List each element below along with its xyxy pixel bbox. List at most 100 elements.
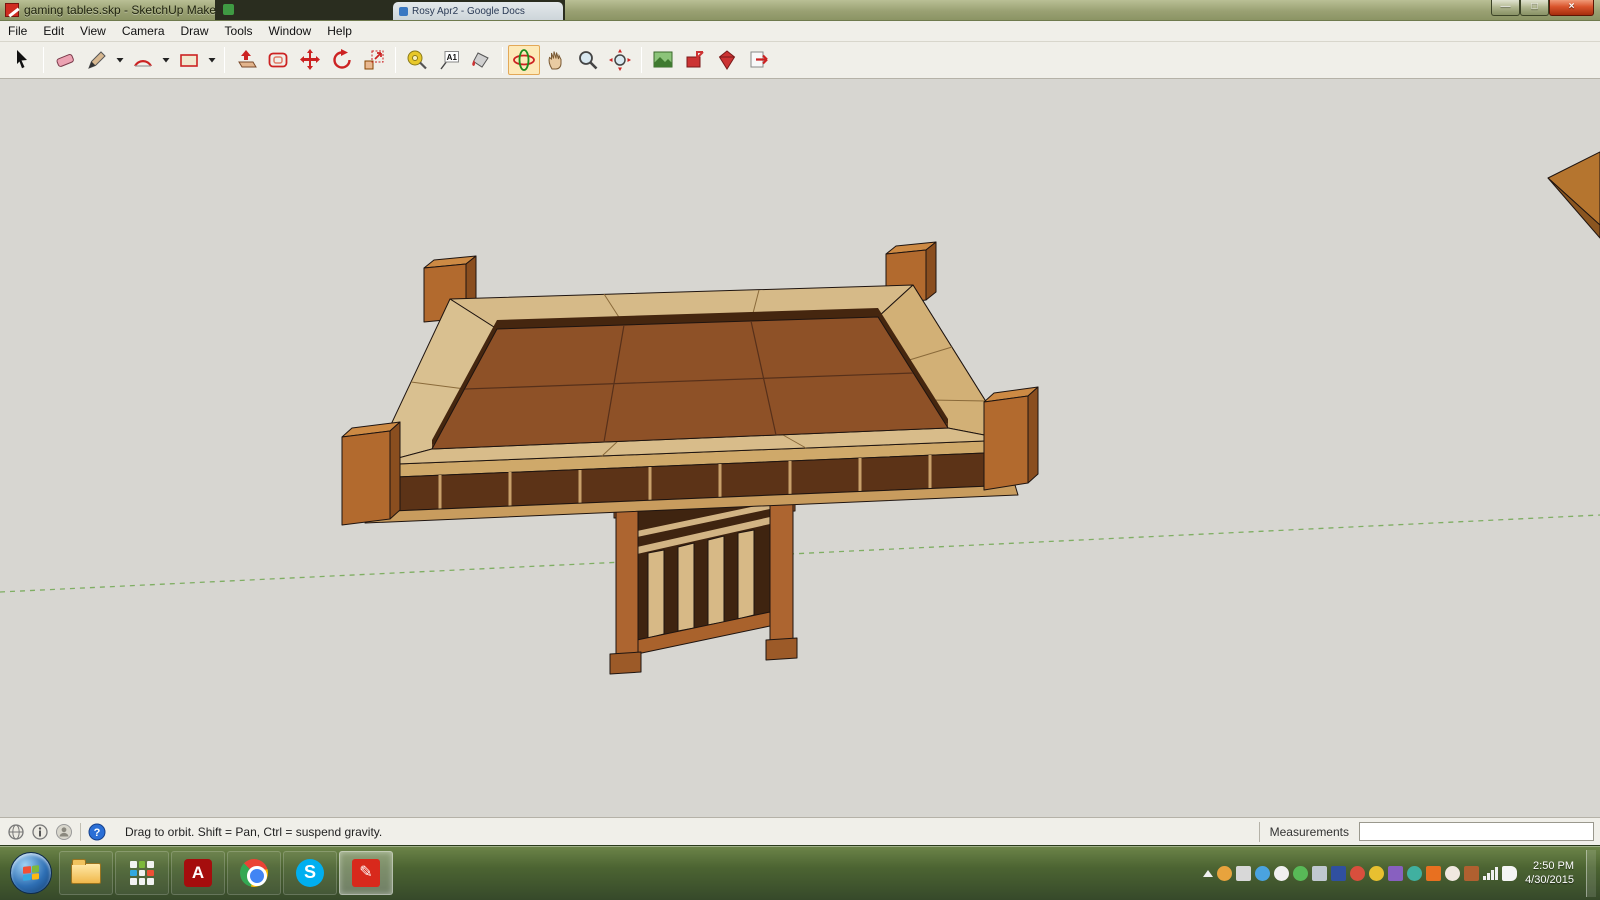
taskbar-apps-button[interactable] xyxy=(115,851,169,895)
help-icon[interactable]: ? xyxy=(85,821,109,843)
menu-edit[interactable]: Edit xyxy=(35,21,72,41)
share-model-tool[interactable] xyxy=(679,45,711,75)
tray-icon[interactable] xyxy=(1388,865,1404,881)
tray-icon[interactable] xyxy=(1369,865,1385,881)
line-tool[interactable] xyxy=(81,45,113,75)
chrome-icon xyxy=(240,859,268,887)
extension-warehouse-tool[interactable] xyxy=(711,45,743,75)
taskbar-sketchup-button[interactable]: ✎ xyxy=(339,851,393,895)
tray-icon[interactable] xyxy=(1293,865,1309,881)
move-tool[interactable] xyxy=(294,45,326,75)
tray-icon[interactable] xyxy=(1217,865,1233,881)
background-window[interactable]: Rosy Apr2 - Google Docs xyxy=(215,0,565,20)
skype-icon: S xyxy=(296,859,324,887)
tray-icon[interactable] xyxy=(1236,865,1252,881)
taskbar-adobe-button[interactable]: A xyxy=(171,851,225,895)
info-icon[interactable] xyxy=(28,821,52,843)
tray-icon[interactable] xyxy=(1312,865,1328,881)
taskbar-explorer-button[interactable] xyxy=(59,851,113,895)
maximize-button[interactable]: □ xyxy=(1520,0,1549,16)
send-to-layout-tool[interactable] xyxy=(743,45,775,75)
toolbar-separator xyxy=(224,47,225,73)
line-tool-dropdown[interactable] xyxy=(113,45,127,75)
windows-flag-icon xyxy=(23,865,39,881)
network-icon[interactable] xyxy=(1483,866,1499,880)
status-bar: ? Drag to orbit. Shift = Pan, Ctrl = sus… xyxy=(0,817,1600,845)
select-tool[interactable] xyxy=(6,45,38,75)
tray-icon[interactable] xyxy=(1426,865,1442,881)
paint-bucket-tool[interactable] xyxy=(465,45,497,75)
push-pull-tool[interactable] xyxy=(230,45,262,75)
eraser-tool[interactable] xyxy=(49,45,81,75)
tray-icon[interactable] xyxy=(1331,865,1347,881)
tray-icon[interactable] xyxy=(1407,865,1423,881)
getting-started-toolbar: A1 xyxy=(0,42,1600,79)
show-hidden-icons-button[interactable] xyxy=(1203,869,1214,877)
orbit-tool[interactable] xyxy=(508,45,540,75)
toolbar-separator xyxy=(395,47,396,73)
tray-icon[interactable] xyxy=(1274,865,1290,881)
toolbar-separator xyxy=(641,47,642,73)
toolbar-separator xyxy=(43,47,44,73)
clock-time: 2:50 PM xyxy=(1533,860,1574,872)
warehouse-tool[interactable] xyxy=(647,45,679,75)
menu-draw[interactable]: Draw xyxy=(173,21,217,41)
canvas-viewport[interactable] xyxy=(0,79,1600,817)
gaming-table-model[interactable] xyxy=(341,241,1039,675)
start-button[interactable] xyxy=(10,852,52,894)
tray-icon[interactable] xyxy=(1464,865,1480,881)
menu-bar: File Edit View Camera Draw Tools Window … xyxy=(0,21,1600,42)
measurements-separator xyxy=(1258,821,1260,842)
close-button[interactable]: × xyxy=(1549,0,1594,16)
status-hint: Drag to orbit. Shift = Pan, Ctrl = suspe… xyxy=(125,824,383,839)
menu-help[interactable]: Help xyxy=(319,21,360,41)
taskbar-skype-button[interactable]: S xyxy=(283,851,337,895)
show-desktop-button[interactable] xyxy=(1586,849,1596,897)
scale-tool[interactable] xyxy=(358,45,390,75)
volume-icon[interactable] xyxy=(1502,865,1518,881)
tape-measure-tool[interactable] xyxy=(401,45,433,75)
user-icon[interactable] xyxy=(52,821,76,843)
taskbar-chrome-button[interactable] xyxy=(227,851,281,895)
zoom-tool[interactable] xyxy=(572,45,604,75)
menu-view[interactable]: View xyxy=(72,21,114,41)
zoom-extents-tool[interactable] xyxy=(604,45,636,75)
pan-tool[interactable] xyxy=(540,45,572,75)
sketchup-logo-icon xyxy=(5,3,19,17)
shapes-tool-dropdown[interactable] xyxy=(205,45,219,75)
menu-tools[interactable]: Tools xyxy=(217,21,261,41)
system-tray xyxy=(1203,865,1518,881)
adobe-reader-icon: A xyxy=(184,859,212,887)
measurements-input[interactable] xyxy=(1359,822,1594,841)
tray-icon[interactable] xyxy=(1350,865,1366,881)
sketchup-icon: ✎ xyxy=(352,859,380,887)
title-bar: Rosy Apr2 - Google Docs gaming tables.sk… xyxy=(0,0,1600,21)
background-browser-tab[interactable]: Rosy Apr2 - Google Docs xyxy=(393,2,563,20)
menu-camera[interactable]: Camera xyxy=(114,21,173,41)
toolbar-separator xyxy=(502,47,503,73)
corner-component[interactable] xyxy=(1547,151,1600,239)
text-tool[interactable]: A1 xyxy=(433,45,465,75)
rotate-tool[interactable] xyxy=(326,45,358,75)
tab-title: Rosy Apr2 - Google Docs xyxy=(412,5,525,17)
minimize-button[interactable]: — xyxy=(1491,0,1520,16)
sketchup-window: Rosy Apr2 - Google Docs gaming tables.sk… xyxy=(0,0,1600,900)
app-grid-icon xyxy=(130,861,154,885)
svg-text:A1: A1 xyxy=(447,53,458,62)
folder-icon xyxy=(71,858,101,884)
svg-text:?: ? xyxy=(94,827,101,839)
shapes-tool[interactable] xyxy=(173,45,205,75)
taskbar-clock[interactable]: 2:50 PM 4/30/2015 xyxy=(1525,859,1574,887)
geolocation-icon[interactable] xyxy=(4,821,28,843)
arc-tool-dropdown[interactable] xyxy=(159,45,173,75)
menu-window[interactable]: Window xyxy=(261,21,320,41)
menu-file[interactable]: File xyxy=(0,21,35,41)
pedestal-base[interactable] xyxy=(609,498,798,675)
arc-tool[interactable] xyxy=(127,45,159,75)
tray-icon[interactable] xyxy=(1445,865,1461,881)
green-axis-line xyxy=(0,514,1600,593)
statusbar-separator xyxy=(80,822,81,841)
tray-icon[interactable] xyxy=(1255,865,1271,881)
tab-favicon-icon xyxy=(399,6,408,16)
offset-tool[interactable] xyxy=(262,45,294,75)
